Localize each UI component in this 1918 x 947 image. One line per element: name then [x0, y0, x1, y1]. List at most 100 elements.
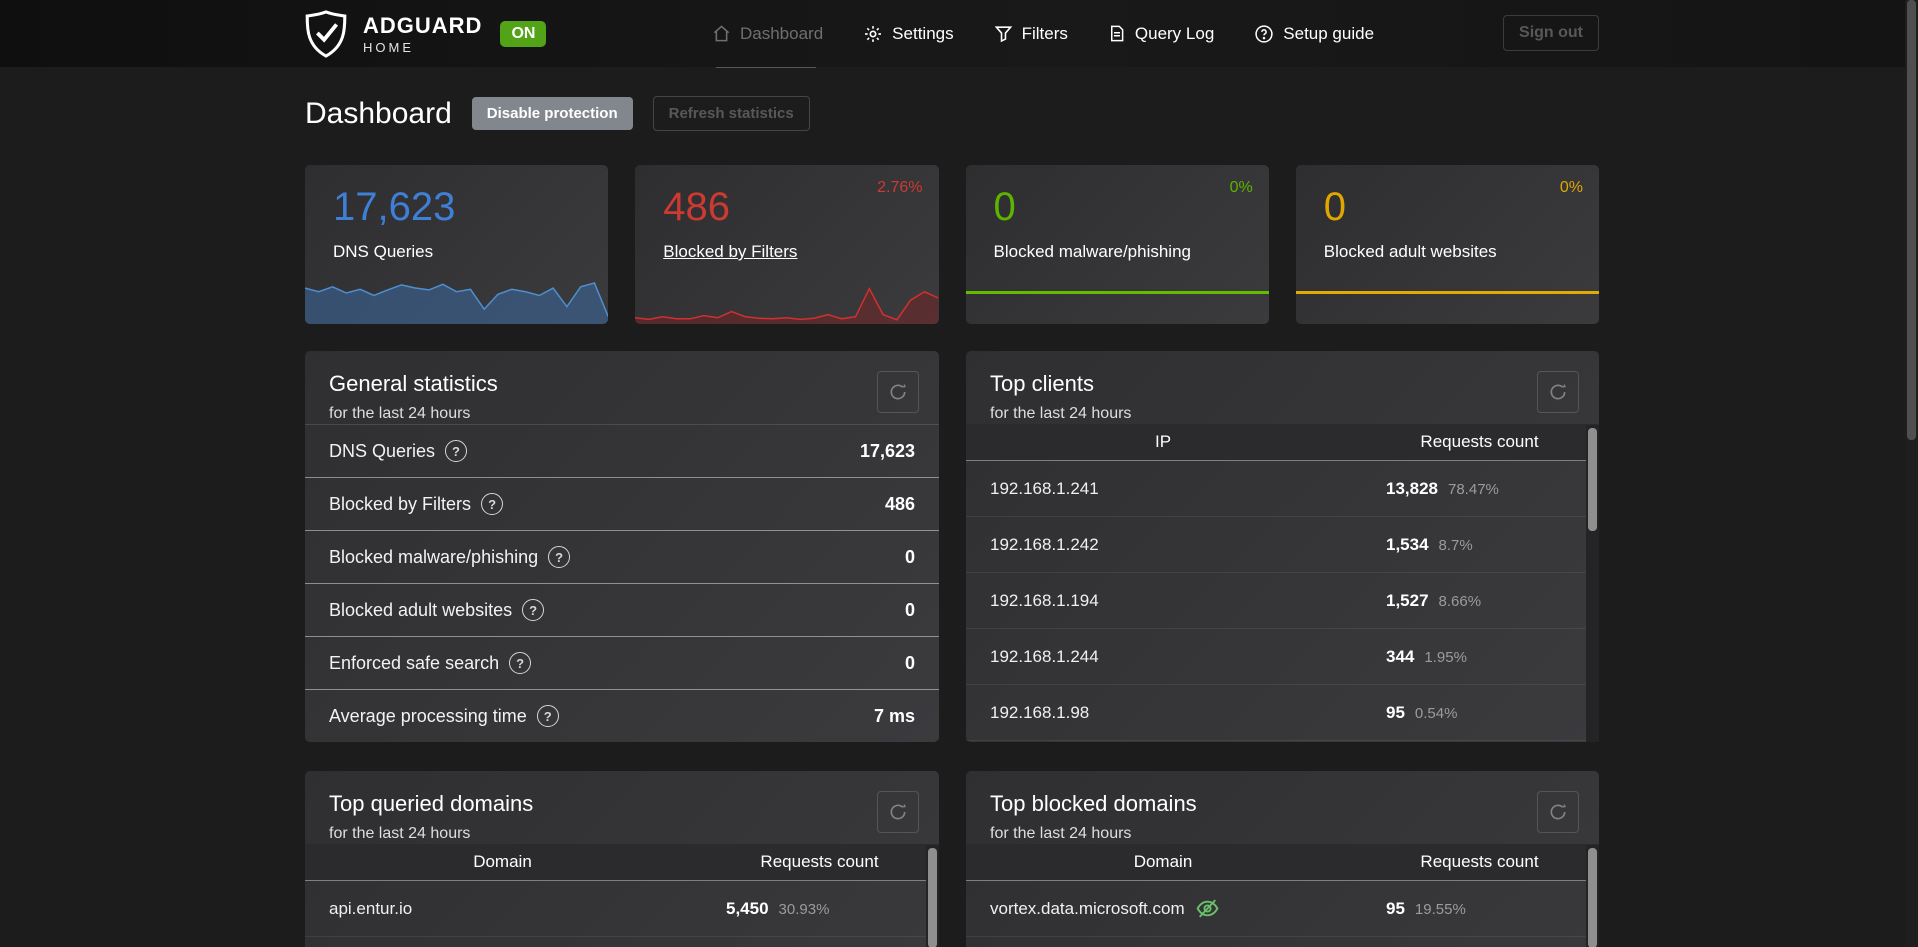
stat-row-value: 17,623 — [859, 440, 915, 461]
stat-card-blocked-adult: 0% 0 Blocked adult websites — [1295, 165, 1599, 324]
disable-protection-button[interactable]: Disable protection — [471, 97, 633, 130]
client-ip: 192.168.1.194 — [990, 590, 1099, 610]
stat-row-label: DNS Queries? — [329, 440, 468, 462]
column-header-requests: Requests count — [1420, 852, 1539, 871]
card-subtitle: for the last 24 hours — [990, 405, 1132, 422]
refresh-icon — [890, 804, 906, 820]
client-ip: 192.168.1.241 — [990, 478, 1099, 498]
table-row: Blocked adult websites? 0 — [305, 583, 939, 636]
adguard-logo: ADGUARD HOME ON — [303, 9, 547, 59]
requests-cell: 1,534 8.7% — [1386, 534, 1473, 554]
refresh-card-button[interactable] — [1537, 791, 1579, 833]
sign-out-button[interactable]: Sign out — [1503, 15, 1599, 51]
help-icon[interactable]: ? — [481, 493, 504, 515]
nav-item-label: Dashboard — [740, 23, 824, 43]
table-row[interactable]: 192.168.1.244 344 1.95% — [966, 629, 1599, 685]
refresh-icon — [1550, 384, 1566, 400]
stat-row-value: 0 — [904, 546, 915, 567]
nav-item-filters[interactable]: Filters — [994, 24, 1068, 44]
requests-cell: 95 19.55% — [1386, 898, 1466, 918]
document-icon — [1110, 25, 1124, 42]
table-row[interactable]: vortex.data.microsoft.com 95 19.55% — [966, 881, 1599, 937]
stat-value: 486 — [663, 185, 730, 229]
malware-flat-sparkline — [965, 291, 1269, 294]
gear-icon — [865, 25, 882, 42]
page-head: Dashboard Disable protection Refresh sta… — [305, 96, 810, 131]
top-blocked-table: Domain Requests count vortex.data.micros… — [966, 844, 1599, 937]
stat-card-dns-queries: 17,623 DNS Queries — [305, 165, 609, 324]
top-blocked-domains-card: Top blocked domains for the last 24 hour… — [966, 771, 1599, 947]
card-scrollbar[interactable] — [1586, 845, 1599, 947]
active-tab-underline — [716, 67, 816, 68]
column-header-domain: Domain — [1133, 852, 1193, 871]
stat-label: DNS Queries — [333, 242, 434, 261]
requests-cell: 95 0.54% — [1386, 702, 1458, 722]
page-scrollbar-thumb[interactable] — [1907, 0, 1916, 440]
blocked-filters-sparkline — [635, 272, 939, 324]
nav-item-label: Setup guide — [1283, 23, 1375, 43]
help-icon[interactable]: ? — [509, 652, 532, 674]
card-scrollbar[interactable] — [1586, 425, 1599, 742]
eye-off-icon[interactable] — [1195, 896, 1220, 921]
stat-percent: 0% — [1229, 179, 1253, 196]
stat-row-value: 486 — [884, 493, 915, 514]
card-title: Top clients — [990, 371, 1094, 396]
nav-item-label: Query Log — [1134, 23, 1215, 43]
question-circle-icon — [1255, 24, 1273, 43]
nav-menu: Dashboard Settings Filters Query Log Set… — [712, 0, 1374, 67]
top-clients-table: IP Requests count 192.168.1.241 13,828 78… — [966, 424, 1599, 741]
nav-item-dashboard[interactable]: Dashboard — [712, 24, 823, 44]
card-subtitle: for the last 24 hours — [990, 825, 1132, 842]
card-scrollbar[interactable] — [926, 845, 939, 947]
nav-item-settings[interactable]: Settings — [863, 23, 954, 44]
nav-item-setup-guide[interactable]: Setup guide — [1254, 24, 1374, 44]
stat-value: 0 — [993, 185, 1016, 229]
requests-cell: 344 1.95% — [1386, 646, 1467, 666]
column-header-ip: IP — [1154, 432, 1172, 451]
stat-row-value: 0 — [904, 599, 915, 620]
card-title: Top blocked domains — [990, 791, 1197, 816]
refresh-statistics-button[interactable]: Refresh statistics — [652, 96, 810, 131]
card-subtitle: for the last 24 hours — [329, 825, 471, 842]
requests-cell: 13,828 78.47% — [1386, 478, 1499, 498]
top-clients-card: Top clients for the last 24 hours IP Req… — [966, 351, 1599, 742]
help-icon[interactable]: ? — [536, 705, 559, 727]
client-ip: 192.168.1.98 — [990, 702, 1090, 722]
table-row[interactable]: 192.168.1.98 95 0.54% — [966, 685, 1599, 741]
refresh-card-button[interactable] — [877, 791, 919, 833]
table-row[interactable]: 192.168.1.241 13,828 78.47% — [966, 461, 1599, 517]
help-icon[interactable]: ? — [522, 599, 545, 621]
stat-value: 17,623 — [333, 185, 456, 229]
funnel-icon — [994, 26, 1012, 43]
requests-cell: 1,527 8.66% — [1386, 590, 1482, 610]
stat-row-label: Blocked by Filters? — [329, 493, 504, 515]
nav-item-label: Settings — [892, 23, 954, 43]
nav-item-query-log[interactable]: Query Log — [1108, 24, 1214, 44]
home-icon — [713, 25, 730, 42]
column-header-domain: Domain — [473, 852, 532, 871]
requests-cell: 5,450 30.93% — [726, 898, 830, 918]
domain-name: vortex.data.microsoft.com — [990, 896, 1220, 921]
help-icon[interactable]: ? — [548, 546, 571, 568]
shield-check-icon — [305, 10, 347, 58]
table-row: Blocked malware/phishing? 0 — [305, 530, 939, 583]
table-row[interactable]: api.entur.io 5,450 30.93% — [305, 881, 939, 937]
table-header: IP Requests count — [966, 424, 1599, 461]
top-queried-table: Domain Requests count api.entur.io 5,450… — [305, 844, 939, 937]
stat-cards-row: 17,623 DNS Queries 2.76% 486 Blocked by … — [305, 165, 1599, 324]
dns-queries-sparkline — [305, 262, 609, 324]
refresh-card-button[interactable] — [877, 371, 919, 413]
stat-value: 0 — [1323, 185, 1346, 229]
stat-label: Blocked malware/phishing — [993, 242, 1192, 261]
stat-card-blocked-by-filters: 2.76% 486 Blocked by Filters — [635, 165, 939, 324]
refresh-icon — [1550, 804, 1566, 820]
blocked-by-filters-link[interactable]: Blocked by Filters — [663, 242, 797, 262]
refresh-card-button[interactable] — [1537, 371, 1579, 413]
help-icon[interactable]: ? — [445, 440, 468, 462]
table-row[interactable]: 192.168.1.194 1,527 8.66% — [966, 573, 1599, 629]
stat-label: Blocked adult websites — [1323, 242, 1497, 261]
brand-name: ADGUARD — [363, 12, 483, 38]
table-row: DNS Queries? 17,623 — [305, 424, 939, 477]
table-row[interactable]: 192.168.1.242 1,534 8.7% — [966, 517, 1599, 573]
card-title: Top queried domains — [329, 791, 534, 816]
